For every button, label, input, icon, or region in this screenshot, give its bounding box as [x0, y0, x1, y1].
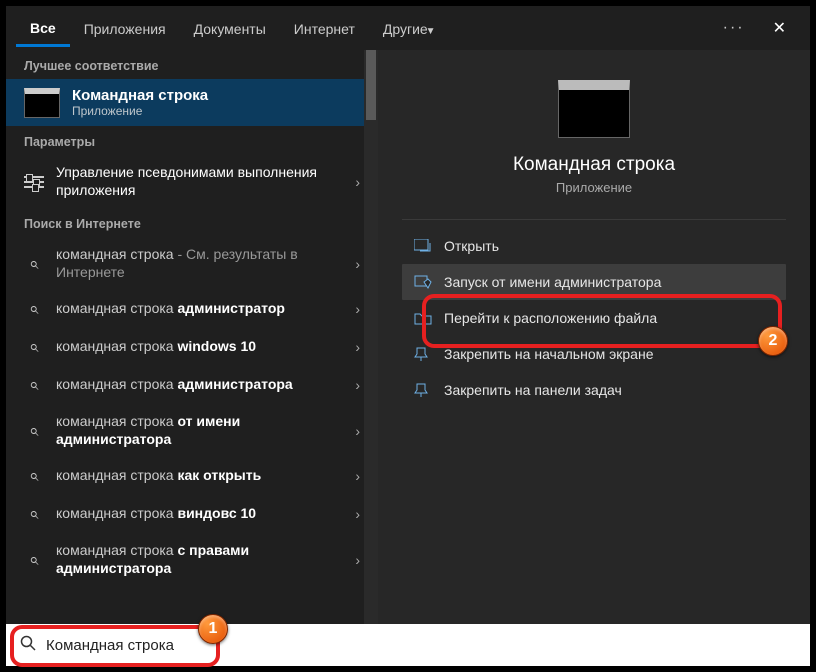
tab-more[interactable]: Другие ▼ — [369, 11, 450, 45]
settings-result-alias-management[interactable]: Управление псевдонимами выполнения прило… — [6, 155, 378, 208]
action-pin-taskbar[interactable]: Закрепить на панели задач — [402, 372, 786, 408]
cmd-icon — [24, 88, 60, 118]
search-icon — [24, 254, 44, 274]
settings-result-label: Управление псевдонимами выполнения прило… — [56, 164, 343, 199]
action-open-label: Открыть — [444, 238, 499, 254]
preview-app-icon — [558, 80, 630, 138]
results-panel: Лучшее соответствие Командная строка При… — [6, 50, 378, 624]
action-run-as-admin[interactable]: Запуск от имени администратора — [402, 264, 786, 300]
chevron-right-icon: › — [355, 377, 360, 393]
section-web: Поиск в Интернете — [6, 208, 378, 237]
best-match-item[interactable]: Командная строка Приложение — [6, 79, 378, 126]
admin-icon — [414, 275, 432, 289]
preview-panel: Командная строка Приложение Открыть Запу… — [378, 50, 810, 624]
chevron-right-icon: › — [355, 468, 360, 484]
web-result-4[interactable]: командная строка от имени администратора… — [6, 404, 378, 457]
web-result-text: командная строка от имени администратора — [56, 413, 343, 448]
section-settings: Параметры — [6, 126, 378, 155]
search-bar — [6, 624, 810, 666]
action-open[interactable]: Открыть — [402, 228, 786, 264]
open-icon — [414, 239, 432, 253]
search-tabs: Все Приложения Документы Интернет Другие… — [6, 6, 810, 50]
web-result-3[interactable]: командная строка администратора › — [6, 366, 378, 404]
web-result-1[interactable]: командная строка администратор › — [6, 290, 378, 328]
search-icon — [24, 337, 44, 357]
web-result-7[interactable]: командная строка с правами администратор… — [6, 533, 378, 586]
search-icon — [24, 550, 44, 570]
web-result-text: командная строка - См. результаты в Инте… — [56, 246, 343, 281]
divider — [402, 219, 786, 220]
close-button[interactable]: ✕ — [759, 18, 800, 38]
folder-icon — [414, 311, 432, 325]
chevron-right-icon: › — [355, 552, 360, 568]
best-match-title: Командная строка — [72, 87, 208, 104]
web-result-2[interactable]: командная строка windows 10 › — [6, 328, 378, 366]
web-result-text: командная строка администратора — [56, 376, 343, 394]
section-best-match: Лучшее соответствие — [6, 50, 378, 79]
sliders-icon — [24, 176, 44, 188]
search-icon — [24, 504, 44, 524]
web-result-5[interactable]: командная строка как открыть › — [6, 457, 378, 495]
search-icon — [24, 466, 44, 486]
web-result-text: командная строка windows 10 — [56, 338, 343, 356]
action-open-location[interactable]: Перейти к расположению файла — [402, 300, 786, 336]
preview-title: Командная строка — [513, 154, 675, 176]
web-result-text: командная строка с правами администратор… — [56, 542, 343, 577]
web-result-6[interactable]: командная строка виндовс 10 › — [6, 495, 378, 533]
action-run-as-admin-label: Запуск от имени администратора — [444, 274, 661, 290]
web-result-0[interactable]: командная строка - См. результаты в Инте… — [6, 237, 378, 290]
chevron-right-icon: › — [355, 256, 360, 272]
annotation-badge-1: 1 — [198, 614, 228, 644]
chevron-right-icon: › — [355, 174, 360, 190]
chevron-down-icon: ▼ — [426, 26, 436, 37]
action-pin-taskbar-label: Закрепить на панели задач — [444, 382, 622, 398]
results-scrollbar[interactable] — [364, 50, 378, 624]
tab-all[interactable]: Все — [16, 10, 70, 47]
search-icon — [24, 299, 44, 319]
tab-internet[interactable]: Интернет — [280, 11, 369, 45]
web-result-text: командная строка виндовс 10 — [56, 505, 343, 523]
chevron-right-icon: › — [355, 423, 360, 439]
more-button[interactable]: ··· — [709, 19, 759, 37]
tab-apps[interactable]: Приложения — [70, 11, 180, 45]
scrollbar-thumb[interactable] — [366, 50, 376, 120]
chevron-right-icon: › — [355, 301, 360, 317]
pin-start-icon — [414, 347, 432, 361]
tab-documents[interactable]: Документы — [180, 11, 280, 45]
chevron-right-icon: › — [355, 506, 360, 522]
pin-taskbar-icon — [414, 383, 432, 397]
action-pin-start-label: Закрепить на начальном экране — [444, 346, 654, 362]
action-open-location-label: Перейти к расположению файла — [444, 310, 657, 326]
best-match-subtitle: Приложение — [72, 104, 208, 118]
search-input[interactable] — [46, 637, 796, 654]
web-result-text: командная строка администратор — [56, 300, 343, 318]
web-result-text: командная строка как открыть — [56, 467, 343, 485]
search-icon — [20, 635, 36, 656]
chevron-right-icon: › — [355, 339, 360, 355]
search-icon — [24, 421, 44, 441]
annotation-badge-2: 2 — [758, 326, 788, 356]
search-icon — [24, 375, 44, 395]
action-pin-start[interactable]: Закрепить на начальном экране — [402, 336, 786, 372]
preview-subtitle: Приложение — [556, 180, 632, 195]
